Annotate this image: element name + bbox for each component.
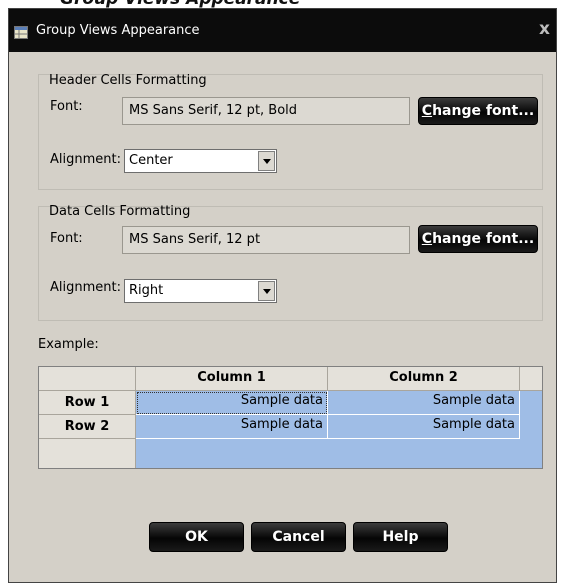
group-views-appearance-dialog: Group Views Appearance x Header Cells Fo… bbox=[8, 8, 557, 583]
grid-empty-area bbox=[136, 439, 542, 468]
grid-cell[interactable]: Sample data bbox=[136, 415, 328, 439]
row-header-empty bbox=[39, 439, 136, 468]
grid-cell[interactable]: Sample data bbox=[328, 415, 520, 439]
ok-button[interactable]: OK bbox=[149, 522, 244, 552]
example-label: Example: bbox=[38, 337, 99, 352]
data-cells-group bbox=[38, 206, 543, 321]
header-font-label: Font: bbox=[50, 99, 83, 114]
grid-cell[interactable]: Sample data bbox=[136, 391, 328, 415]
example-grid[interactable]: Column 1 Column 2 Row 1 Sample data Samp… bbox=[38, 366, 543, 469]
header-cells-group-title: Header Cells Formatting bbox=[49, 73, 207, 88]
column-header-1[interactable]: Column 1 bbox=[136, 367, 328, 391]
header-font-display: MS Sans Serif, 12 pt, Bold bbox=[122, 97, 410, 125]
data-font-label: Font: bbox=[50, 231, 83, 246]
window-title: Group Views Appearance bbox=[36, 23, 200, 38]
data-change-font-button[interactable]: Change font... bbox=[418, 225, 538, 253]
header-change-font-accel: C bbox=[421, 103, 433, 119]
data-alignment-select[interactable]: Right bbox=[124, 279, 277, 303]
background-window-title: Group Views Appearance bbox=[60, 0, 300, 8]
help-button[interactable]: Help bbox=[353, 522, 448, 552]
data-alignment-label: Alignment: bbox=[50, 280, 121, 295]
grid-corner-cell bbox=[39, 367, 136, 391]
chevron-down-icon[interactable] bbox=[258, 281, 275, 301]
grid-right-filler bbox=[520, 391, 542, 439]
row-header-2[interactable]: Row 2 bbox=[39, 415, 136, 439]
header-change-font-button[interactable]: Change font... bbox=[418, 97, 538, 125]
column-header-2[interactable]: Column 2 bbox=[328, 367, 520, 391]
header-change-font-label: hange font... bbox=[432, 103, 535, 119]
row-header-1[interactable]: Row 1 bbox=[39, 391, 136, 415]
header-alignment-value: Center bbox=[129, 153, 173, 168]
header-alignment-select[interactable]: Center bbox=[124, 149, 277, 173]
data-change-font-label: hange font... bbox=[432, 231, 535, 247]
grid-cell[interactable]: Sample data bbox=[328, 391, 520, 415]
chevron-down-icon[interactable] bbox=[258, 151, 275, 171]
title-bar[interactable]: Group Views Appearance x bbox=[9, 9, 556, 52]
header-cells-group bbox=[38, 74, 543, 190]
data-cells-group-title: Data Cells Formatting bbox=[49, 204, 191, 219]
data-font-display: MS Sans Serif, 12 pt bbox=[122, 226, 410, 254]
close-icon[interactable]: x bbox=[539, 19, 550, 39]
data-alignment-value: Right bbox=[129, 283, 164, 298]
data-change-font-accel: C bbox=[421, 231, 433, 247]
header-alignment-label: Alignment: bbox=[50, 152, 121, 167]
background-window-strip: Group Views Appearance bbox=[0, 0, 566, 8]
column-header-filler bbox=[520, 367, 542, 391]
cancel-button[interactable]: Cancel bbox=[251, 522, 346, 552]
table-icon bbox=[14, 26, 28, 39]
